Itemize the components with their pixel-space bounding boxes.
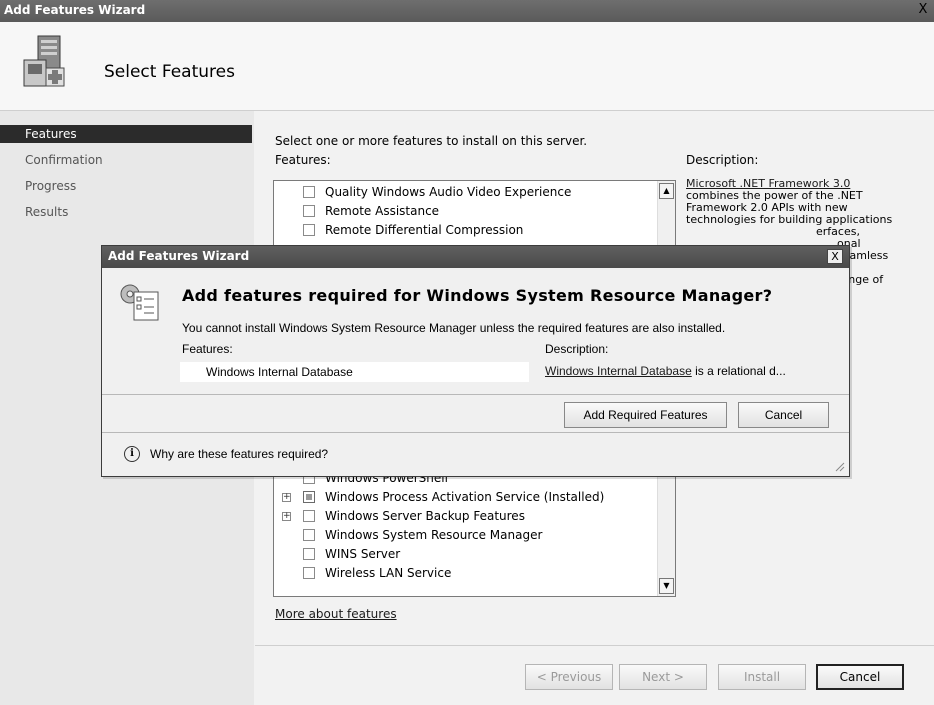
dialog-title-bar: Add Features Wizard X <box>102 246 849 268</box>
required-feature-item: Windows Internal Database <box>180 362 529 382</box>
info-icon: i <box>124 446 140 462</box>
list-item[interactable]: + Windows Server Backup Features <box>274 507 654 526</box>
list-item[interactable]: Wireless LAN Service <box>274 564 654 583</box>
expand-icon[interactable]: + <box>282 512 291 521</box>
dialog-cancel-button[interactable]: Cancel <box>738 402 829 428</box>
dialog-features-label: Features: <box>182 342 233 356</box>
checkbox[interactable] <box>303 205 315 217</box>
install-button[interactable]: Install <box>718 664 806 690</box>
dialog-message: You cannot install Windows System Resour… <box>182 321 726 335</box>
title-bar: Add Features Wizard X <box>0 0 934 22</box>
wizard-header: Select Features <box>0 22 934 111</box>
footer-divider <box>255 645 934 646</box>
server-setup-icon <box>23 35 65 87</box>
description-line: technologies for building applications <box>686 213 893 226</box>
add-required-features-button[interactable]: Add Required Features <box>564 402 727 428</box>
nav-item-progress[interactable]: Progress <box>0 177 252 195</box>
more-about-features-link[interactable]: More about features <box>275 607 397 621</box>
list-item[interactable]: Windows System Resource Manager <box>274 526 654 545</box>
list-item[interactable]: Remote Assistance <box>274 202 654 221</box>
nav-item-confirmation[interactable]: Confirmation <box>0 151 252 169</box>
resize-grip-icon[interactable] <box>833 460 845 472</box>
why-required-link[interactable]: Why are these features required? <box>150 447 328 461</box>
checkbox[interactable] <box>303 224 315 236</box>
dialog-description-label: Description: <box>545 342 609 356</box>
dialog-heading: Add features required for Windows System… <box>182 286 773 305</box>
scroll-up-icon[interactable]: ▲ <box>659 183 674 199</box>
checkbox[interactable] <box>303 548 315 560</box>
required-features-dialog: Add Features Wizard X Add features requi… <box>101 245 850 477</box>
dialog-close-button[interactable]: X <box>827 249 843 264</box>
required-feature-description: Windows Internal Database is a relationa… <box>545 364 786 378</box>
desc-link[interactable]: Windows Internal Database <box>545 364 692 378</box>
window-title: Add Features Wizard <box>4 3 146 17</box>
list-item[interactable]: Quality Windows Audio Video Experience <box>274 183 654 202</box>
description-label: Description: <box>686 153 759 167</box>
description-line: range of <box>837 273 884 286</box>
description-line: erfaces, <box>816 225 860 238</box>
next-button[interactable]: Next > <box>619 664 707 690</box>
nav-item-results[interactable]: Results <box>0 203 252 221</box>
list-item[interactable]: + Windows Process Activation Service (In… <box>274 488 654 507</box>
list-item[interactable]: Remote Differential Compression <box>274 221 654 240</box>
window-close-button[interactable]: X <box>914 2 932 18</box>
dialog-title: Add Features Wizard <box>108 249 250 263</box>
page-title: Select Features <box>104 62 235 82</box>
checkbox[interactable] <box>303 491 315 503</box>
list-item[interactable]: WINS Server <box>274 545 654 564</box>
instruction-text: Select one or more features to install o… <box>275 134 588 148</box>
description-line: seamless <box>837 249 889 262</box>
previous-button[interactable]: < Previous <box>525 664 613 690</box>
dialog-divider <box>102 394 849 395</box>
wizard-window: Add Features Wizard X Select Features Fe… <box>0 0 934 705</box>
checklist-gear-icon <box>120 284 159 321</box>
expand-icon[interactable]: + <box>282 493 291 502</box>
checkbox[interactable] <box>303 567 315 579</box>
cancel-button[interactable]: Cancel <box>816 664 904 690</box>
features-label: Features: <box>275 153 331 167</box>
checkbox[interactable] <box>303 529 315 541</box>
nav-item-features[interactable]: Features <box>0 125 252 143</box>
checkbox[interactable] <box>303 510 315 522</box>
checkbox[interactable] <box>303 186 315 198</box>
scroll-down-icon[interactable]: ▼ <box>659 578 674 594</box>
dialog-divider <box>102 432 849 433</box>
